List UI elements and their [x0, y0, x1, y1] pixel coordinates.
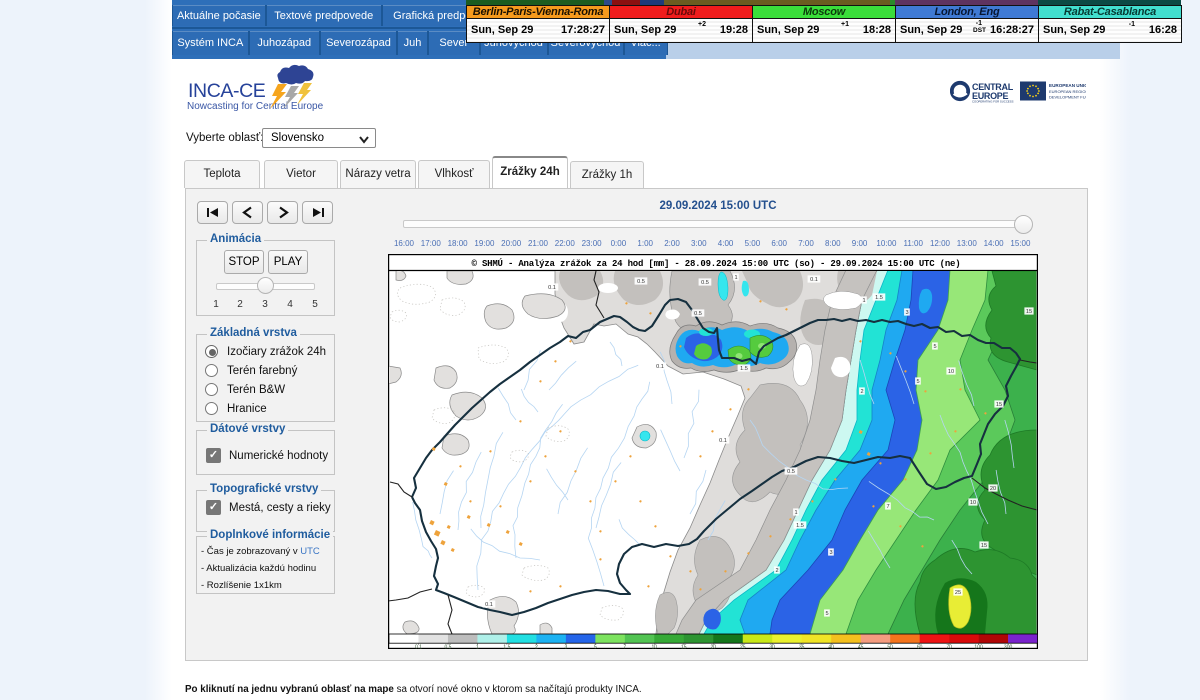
svg-text:70: 70	[946, 644, 952, 649]
svg-text:300: 300	[1004, 644, 1013, 649]
svg-text:3: 3	[829, 550, 832, 556]
svg-text:5: 5	[594, 644, 597, 649]
svg-text:1: 1	[476, 644, 479, 649]
svg-text:10: 10	[970, 500, 976, 506]
svg-text:0.1: 0.1	[548, 285, 556, 291]
svg-text:40: 40	[828, 644, 834, 649]
svg-text:EUROPEAN UNION: EUROPEAN UNION	[1049, 83, 1086, 88]
svg-text:0.5: 0.5	[701, 280, 709, 286]
svg-text:7: 7	[886, 504, 889, 510]
svg-text:0.5: 0.5	[445, 644, 452, 649]
svg-text:3: 3	[905, 310, 908, 316]
svg-text:0.1: 0.1	[719, 438, 727, 444]
svg-text:5: 5	[825, 611, 828, 617]
svg-text:25: 25	[955, 590, 961, 596]
svg-text:1.5: 1.5	[740, 366, 748, 372]
svg-text:15: 15	[1026, 309, 1032, 315]
svg-text:0.1: 0.1	[415, 644, 422, 649]
svg-text:7: 7	[623, 644, 626, 649]
svg-text:3: 3	[565, 644, 568, 649]
svg-text:30: 30	[769, 644, 775, 649]
svg-text:DEVELOPMENT FUND: DEVELOPMENT FUND	[1049, 95, 1086, 100]
svg-text:45: 45	[858, 644, 864, 649]
svg-text:COOPERATING FOR SUCCESS: COOPERATING FOR SUCCESS	[972, 100, 1014, 104]
svg-text:60: 60	[917, 644, 923, 649]
svg-text:0.1: 0.1	[810, 277, 818, 283]
svg-text:15: 15	[681, 644, 687, 649]
svg-text:2: 2	[775, 568, 778, 574]
svg-text:10: 10	[948, 369, 954, 375]
svg-text:15: 15	[996, 402, 1002, 408]
svg-text:10: 10	[652, 644, 658, 649]
svg-text:2: 2	[535, 644, 538, 649]
svg-text:© SHMÚ - Analýza zrážok za 24: © SHMÚ - Analýza zrážok za 24 hod [mm] -…	[472, 258, 961, 269]
svg-text:0.5: 0.5	[787, 469, 795, 475]
svg-text:100: 100	[974, 644, 983, 649]
svg-text:5: 5	[916, 379, 919, 385]
svg-text:1: 1	[794, 510, 797, 516]
svg-text:EUROPEAN REGIONAL: EUROPEAN REGIONAL	[1049, 89, 1086, 94]
svg-text:1: 1	[862, 298, 865, 304]
svg-text:20: 20	[711, 644, 717, 649]
svg-text:1.5: 1.5	[796, 523, 804, 529]
svg-text:1.5: 1.5	[875, 295, 883, 301]
svg-text:1.5: 1.5	[503, 644, 510, 649]
svg-text:2: 2	[860, 389, 863, 395]
svg-text:0.5: 0.5	[694, 311, 702, 317]
svg-text:15: 15	[981, 543, 987, 549]
svg-text:20: 20	[990, 486, 996, 492]
svg-text:1: 1	[734, 275, 737, 281]
svg-text:0.1: 0.1	[656, 364, 664, 370]
svg-text:0.5: 0.5	[637, 279, 645, 285]
svg-text:50: 50	[887, 644, 893, 649]
svg-text:5: 5	[933, 344, 936, 350]
svg-text:0.1: 0.1	[485, 602, 493, 608]
svg-text:35: 35	[799, 644, 805, 649]
svg-text:25: 25	[740, 644, 746, 649]
